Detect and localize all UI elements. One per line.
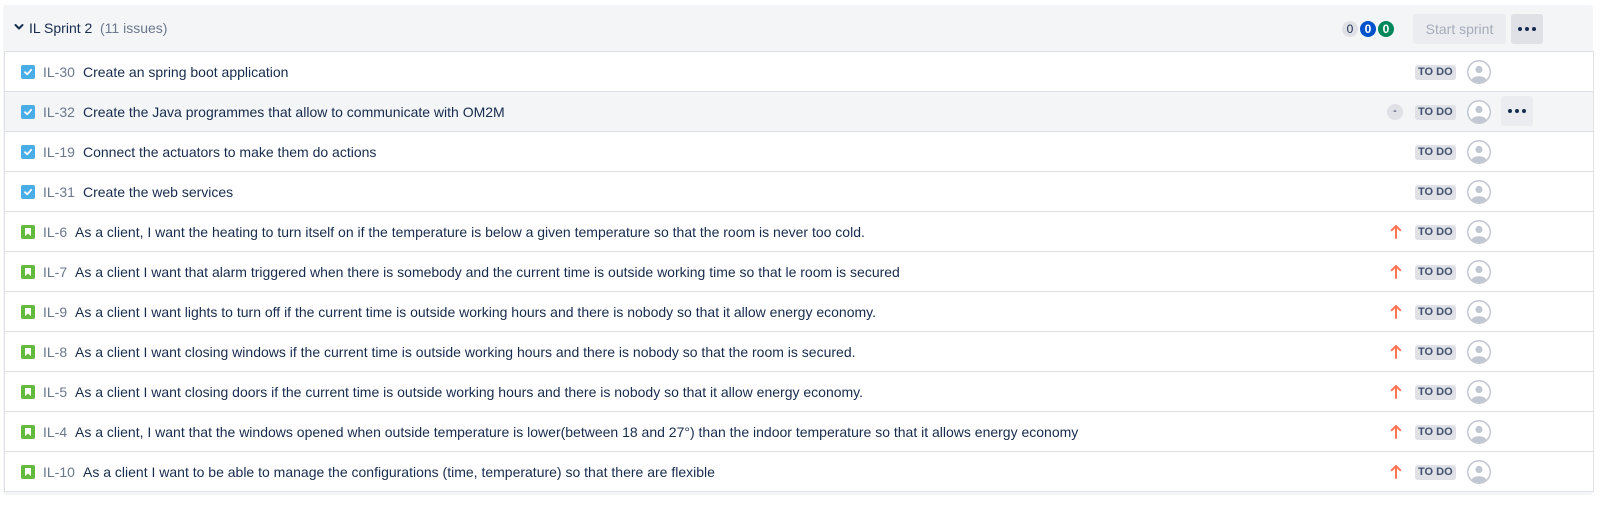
issue-row[interactable]: IL-5 As a client I want closing doors if … [5, 372, 1593, 412]
issue-key[interactable]: IL-9 [43, 304, 67, 320]
unassigned-avatar-icon[interactable] [1467, 420, 1491, 444]
done-count-badge: 0 [1378, 21, 1394, 37]
start-sprint-button[interactable]: Start sprint [1413, 14, 1506, 44]
status-counts: 0 0 0 [1342, 21, 1394, 37]
issue-key[interactable]: IL-19 [43, 144, 75, 160]
issue-row[interactable]: IL-30 Create an spring boot application TO… [5, 52, 1593, 92]
status-badge: TO DO [1415, 305, 1456, 320]
story-type-icon [21, 305, 35, 319]
issue-row[interactable]: IL-10 As a client I want to be able to ma… [5, 452, 1593, 491]
issue-row[interactable]: IL-4 As a client, I want that the windows… [5, 412, 1593, 452]
issue-list: IL-30 Create an spring boot application TO… [4, 51, 1594, 492]
issue-summary: As a client, I want the heating to turn … [75, 224, 865, 240]
priority-high-icon [1390, 304, 1402, 320]
issue-key[interactable]: IL-32 [43, 104, 75, 120]
issue-row[interactable]: IL-8 As a client I want closing windows i… [5, 332, 1593, 372]
issue-key[interactable]: IL-6 [43, 224, 67, 240]
unassigned-avatar-icon[interactable] [1467, 60, 1491, 84]
issue-key[interactable]: IL-4 [43, 424, 67, 440]
issue-key[interactable]: IL-10 [43, 464, 75, 480]
story-type-icon [21, 345, 35, 359]
story-type-icon [21, 225, 35, 239]
unassigned-avatar-icon[interactable] [1467, 260, 1491, 284]
unassigned-avatar-icon[interactable] [1467, 180, 1491, 204]
status-badge: TO DO [1415, 465, 1456, 480]
status-badge: TO DO [1415, 385, 1456, 400]
priority-high-icon [1390, 424, 1402, 440]
task-type-icon [21, 105, 35, 119]
status-badge: TO DO [1415, 425, 1456, 440]
issue-summary: As a client I want that alarm triggered … [75, 264, 900, 280]
issue-key[interactable]: IL-7 [43, 264, 67, 280]
unassigned-avatar-icon[interactable] [1467, 300, 1491, 324]
task-type-icon [21, 65, 35, 79]
issue-more-button[interactable] [1501, 96, 1533, 126]
unassigned-avatar-icon[interactable] [1467, 100, 1491, 124]
issue-row[interactable]: IL-19 Connect the actuators to make them … [5, 132, 1593, 172]
story-type-icon [21, 425, 35, 439]
status-badge: TO DO [1415, 145, 1456, 160]
issue-summary: As a client I want closing doors if the … [75, 384, 864, 400]
issue-summary: As a client, I want that the windows ope… [75, 424, 1079, 440]
story-type-icon [21, 385, 35, 399]
task-type-icon [21, 145, 35, 159]
issue-summary: Create an spring boot application [83, 64, 289, 80]
issue-key[interactable]: IL-31 [43, 184, 75, 200]
unassigned-avatar-icon[interactable] [1467, 140, 1491, 164]
sprint-issue-count: (11 issues) [100, 20, 168, 36]
status-badge: TO DO [1415, 225, 1456, 240]
priority-high-icon [1390, 464, 1402, 480]
issue-row[interactable]: IL-31 Create the web services TO DO [5, 172, 1593, 212]
unassigned-avatar-icon[interactable] [1467, 460, 1491, 484]
unassigned-avatar-icon[interactable] [1467, 340, 1491, 364]
status-badge: TO DO [1415, 185, 1456, 200]
unassigned-avatar-icon[interactable] [1467, 380, 1491, 404]
issue-summary: As a client I want lights to turn off if… [75, 304, 877, 320]
issue-summary: Connect the actuators to make them do ac… [83, 144, 377, 160]
issue-row[interactable]: IL-9 As a client I want lights to turn of… [5, 292, 1593, 332]
more-horizontal-icon [1508, 109, 1526, 113]
sprint-header: IL Sprint 2 (11 issues) 0 0 0 Start spri… [3, 5, 1593, 51]
status-badge: TO DO [1415, 65, 1456, 80]
issue-key[interactable]: IL-30 [43, 64, 75, 80]
issue-summary: Create the Java programmes that allow to… [83, 104, 505, 120]
more-horizontal-icon [1518, 27, 1536, 31]
issue-summary: As a client I want to be able to manage … [83, 464, 715, 480]
sprint-container: IL Sprint 2 (11 issues) 0 0 0 Start spri… [3, 5, 1594, 495]
issue-row[interactable]: IL-6 As a client, I want the heating to t… [5, 212, 1593, 252]
priority-high-icon [1390, 384, 1402, 400]
status-badge: TO DO [1415, 265, 1456, 280]
status-badge: TO DO [1415, 345, 1456, 360]
task-type-icon [21, 185, 35, 199]
status-badge: TO DO [1415, 105, 1456, 120]
issue-row[interactable]: IL-32 Create the Java programmes that all… [5, 92, 1593, 132]
story-type-icon [21, 465, 35, 479]
issue-summary: Create the web services [83, 184, 234, 200]
story-type-icon [21, 265, 35, 279]
sprint-more-button[interactable] [1511, 14, 1543, 44]
issue-key[interactable]: IL-8 [43, 344, 67, 360]
sprint-name[interactable]: IL Sprint 2 [29, 20, 92, 36]
unassigned-avatar-icon[interactable] [1467, 220, 1491, 244]
todo-count-badge: 0 [1342, 21, 1358, 37]
in-progress-count-badge: 0 [1360, 21, 1376, 37]
priority-high-icon [1390, 344, 1402, 360]
chevron-down-icon[interactable] [12, 20, 26, 34]
priority-high-icon [1390, 264, 1402, 280]
issue-row[interactable]: IL-7 As a client I want that alarm trigge… [5, 252, 1593, 292]
issue-summary: As a client I want closing windows if th… [75, 344, 856, 360]
story-points-badge: - [1387, 104, 1403, 120]
issue-key[interactable]: IL-5 [43, 384, 67, 400]
priority-high-icon [1390, 224, 1402, 240]
